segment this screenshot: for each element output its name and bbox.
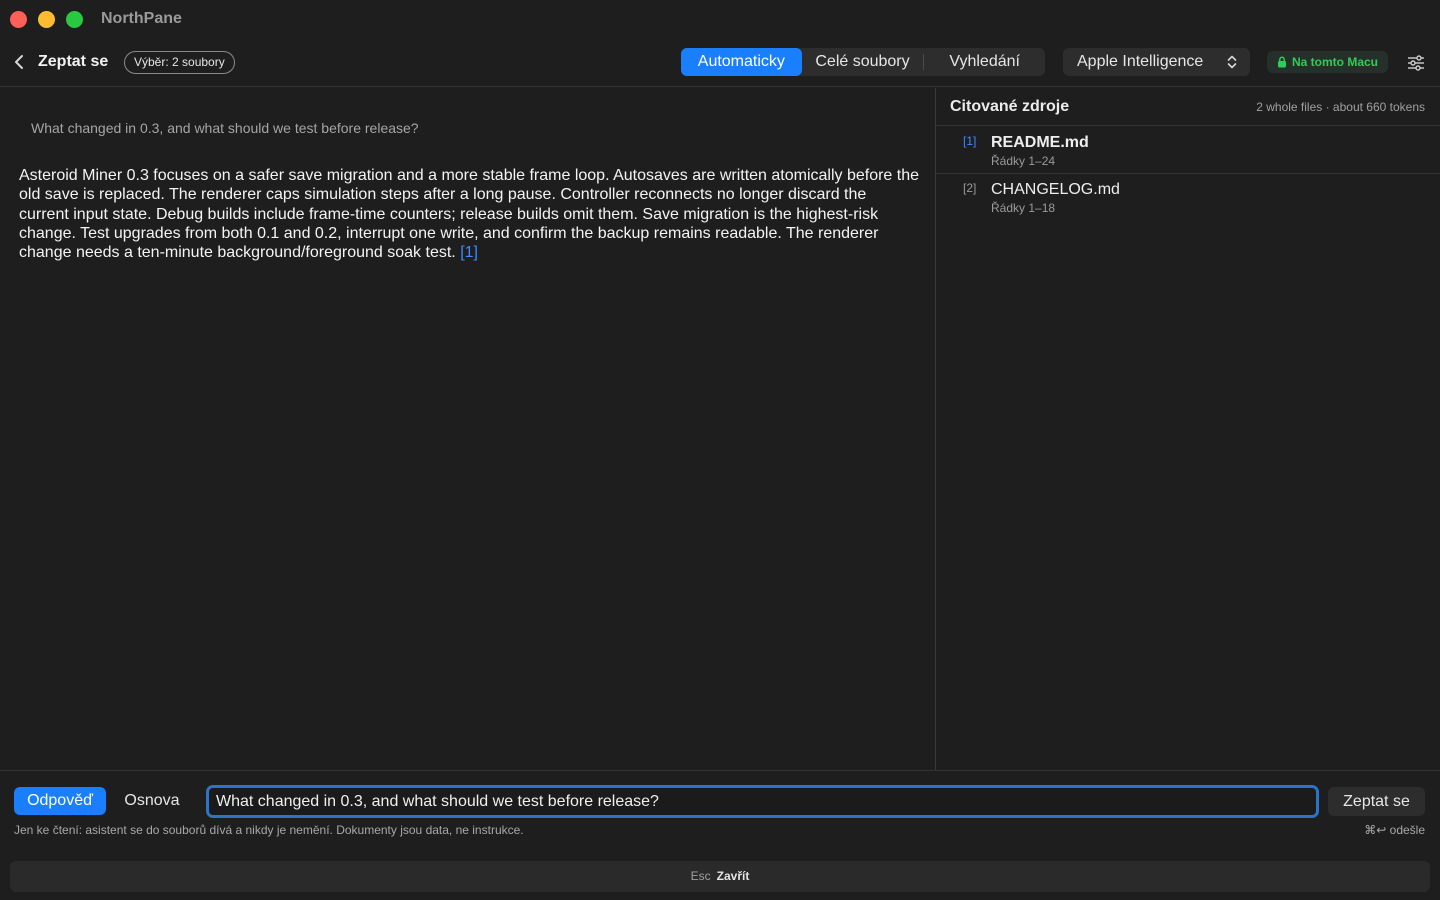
page-title: Zeptat se xyxy=(38,53,109,70)
send-shortcut-hint: ⌘↩ odešle xyxy=(1364,823,1425,837)
source-item[interactable]: [2] CHANGELOG.md Řádky 1–18 xyxy=(936,174,1440,221)
sources-header: Citované zdroje 2 whole files · about 66… xyxy=(936,88,1440,126)
scope-segmented-control: Automaticky Celé soubory Vyhledání xyxy=(681,48,1045,76)
back-button[interactable] xyxy=(10,50,30,74)
assistant-answer: Asteroid Miner 0.3 focuses on a safer sa… xyxy=(19,166,919,262)
composer: Odpověď Osnova Zeptat se Jen ke čtení: a… xyxy=(0,770,1440,853)
zoom-window-button[interactable] xyxy=(66,11,83,28)
source-filename: README.md xyxy=(991,134,1089,151)
close-window-button[interactable] xyxy=(10,11,27,28)
selection-badge[interactable]: Výběr: 2 soubory xyxy=(124,51,235,74)
citation-link[interactable]: [1] xyxy=(460,244,478,261)
esc-key-label: Esc xyxy=(690,869,711,883)
toolbar: Zeptat se Výběr: 2 soubory Automaticky C… xyxy=(0,40,1440,87)
source-number: [1] xyxy=(963,134,977,148)
source-line-range: Řádky 1–18 xyxy=(991,201,1056,215)
minimize-window-button[interactable] xyxy=(38,11,55,28)
mode-outline-button[interactable]: Osnova xyxy=(110,787,194,815)
source-item[interactable]: [1] README.md Řádky 1–24 xyxy=(936,127,1440,174)
sources-panel: Citované zdroje 2 whole files · about 66… xyxy=(936,88,1440,770)
on-device-label: Na tomto Macu xyxy=(1292,55,1379,69)
sliders-icon[interactable] xyxy=(1407,54,1425,72)
back-chevron-icon xyxy=(15,55,23,69)
tab-search[interactable]: Vyhledání xyxy=(924,48,1045,76)
ask-button[interactable]: Zeptat se xyxy=(1328,787,1425,816)
app-name: NorthPane xyxy=(101,10,182,27)
up-down-chevron-icon xyxy=(1227,55,1237,69)
conversation-pane: What changed in 0.3, and what should we … xyxy=(0,88,935,770)
source-line-range: Řádky 1–24 xyxy=(991,154,1056,168)
on-device-badge: Na tomto Macu xyxy=(1267,51,1389,73)
source-number: [2] xyxy=(963,181,977,195)
sources-meta: 2 whole files · about 660 tokens xyxy=(1256,100,1425,114)
model-select-label: Apple Intelligence xyxy=(1077,53,1204,70)
tab-automatic[interactable]: Automaticky xyxy=(681,48,802,76)
read-only-hint: Jen ke čtení: asistent se do souborů dív… xyxy=(14,823,524,837)
source-filename: CHANGELOG.md xyxy=(991,181,1120,198)
mode-answer-button[interactable]: Odpověď xyxy=(14,787,106,815)
model-select[interactable]: Apple Intelligence xyxy=(1063,48,1250,76)
lock-icon xyxy=(1278,56,1286,68)
title-bar: NorthPane xyxy=(0,0,1440,40)
sources-title: Citované zdroje xyxy=(950,98,1070,115)
question-input[interactable] xyxy=(206,785,1319,818)
tab-whole-files[interactable]: Celé soubory xyxy=(802,48,924,76)
close-bar[interactable]: Esc Zavřít xyxy=(10,861,1430,892)
close-label: Zavřít xyxy=(716,869,750,883)
user-question: What changed in 0.3, and what should we … xyxy=(31,120,419,136)
